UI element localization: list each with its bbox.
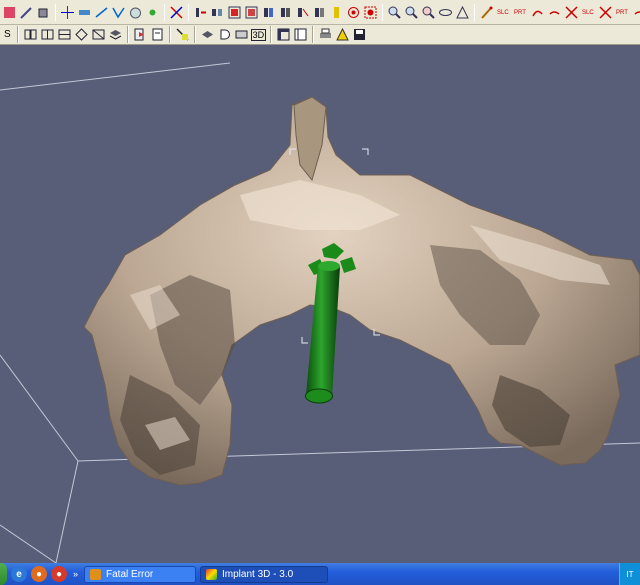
grid-icon[interactable] xyxy=(295,5,310,20)
toolbar-label-s: S xyxy=(4,29,11,40)
toolbar-separator xyxy=(474,3,475,21)
task-label: Implant 3D - 3.0 xyxy=(222,568,294,580)
svg-text:PRT: PRT xyxy=(514,10,526,16)
toolbar-separator xyxy=(55,3,56,21)
paint-icon[interactable] xyxy=(479,5,494,20)
brush-icon[interactable] xyxy=(547,5,562,20)
stack-icon[interactable] xyxy=(108,27,123,42)
main-toolbar: SLC PRT SLC PRT xyxy=(0,0,640,25)
view-3d-icon[interactable] xyxy=(278,5,293,20)
doc-icon[interactable] xyxy=(150,27,165,42)
layers2-icon[interactable] xyxy=(74,27,89,42)
3d-viewport[interactable] xyxy=(0,45,640,563)
frame-icon[interactable] xyxy=(276,27,291,42)
browser-icon[interactable]: e xyxy=(11,566,27,582)
implant-insert-icon[interactable] xyxy=(193,5,208,20)
target-icon[interactable] xyxy=(346,5,361,20)
secondary-toolbar: S 3D xyxy=(0,25,640,45)
task-implant-3d[interactable]: Implant 3D - 3.0 xyxy=(200,565,329,583)
angle-icon[interactable] xyxy=(111,5,126,20)
toolbar-icon-a[interactable] xyxy=(2,5,17,20)
toolbar-end-icon[interactable] xyxy=(632,5,640,20)
view-side-icon[interactable] xyxy=(244,5,259,20)
toolbar-separator xyxy=(270,26,273,43)
toolbar-separator xyxy=(312,26,315,43)
toolbar-separator xyxy=(164,3,165,21)
crosshair-icon[interactable] xyxy=(60,5,75,20)
implant-app-icon xyxy=(206,568,218,580)
start-button[interactable] xyxy=(0,563,7,585)
implant-tool-icon[interactable] xyxy=(210,5,225,20)
tooth-icon[interactable]: SLC xyxy=(581,5,596,20)
tooth-x-icon[interactable] xyxy=(598,5,613,20)
toolbar-separator xyxy=(193,26,196,43)
rotate-icon[interactable] xyxy=(438,5,453,20)
task-label: Fatal Error xyxy=(106,568,154,580)
measure-icon[interactable] xyxy=(94,5,109,20)
bone-model[interactable] xyxy=(83,96,640,486)
chevron-right-icon[interactable]: » xyxy=(73,569,78,579)
hand-icon[interactable] xyxy=(128,5,143,20)
cylinder-icon[interactable] xyxy=(329,5,344,20)
view-3d-label[interactable]: 3D xyxy=(250,28,267,41)
diamond-icon[interactable] xyxy=(200,27,215,42)
scene-canvas[interactable] xyxy=(0,45,640,563)
save-icon[interactable] xyxy=(352,27,367,42)
layers-icon[interactable] xyxy=(57,27,72,42)
svg-text:SLC: SLC xyxy=(497,10,509,16)
slice2-icon[interactable] xyxy=(40,27,55,42)
toolbar-separator xyxy=(382,3,383,21)
cut-plane-icon[interactable] xyxy=(175,27,190,42)
ruler-icon[interactable] xyxy=(77,5,92,20)
warning-icon[interactable] xyxy=(335,27,350,42)
target-red-icon[interactable] xyxy=(363,5,378,20)
pencil-icon[interactable]: SLC xyxy=(496,5,511,20)
view-front-icon[interactable] xyxy=(227,5,242,20)
toolbar-separator xyxy=(16,26,19,43)
task-fatal-error[interactable]: Fatal Error xyxy=(84,565,197,583)
cross-red-icon[interactable] xyxy=(530,5,545,20)
zoom-fit-icon[interactable] xyxy=(421,5,436,20)
wand-icon[interactable] xyxy=(19,5,34,20)
slice-icon[interactable] xyxy=(23,27,38,42)
system-tray[interactable]: IT xyxy=(619,563,640,585)
toolbar-separator xyxy=(188,3,189,21)
triangle-icon[interactable] xyxy=(455,5,470,20)
cube-icon[interactable] xyxy=(36,5,51,20)
half-icon[interactable] xyxy=(217,27,232,42)
panel-icon[interactable] xyxy=(293,27,308,42)
view-top-icon[interactable] xyxy=(261,5,276,20)
toolbar-separator xyxy=(168,26,171,43)
brush-x-icon[interactable] xyxy=(564,5,579,20)
svg-text:SLC: SLC xyxy=(582,10,594,16)
toolbar-separator xyxy=(126,26,129,43)
firefox-icon[interactable]: ● xyxy=(31,566,47,582)
taskbar: e ● ● » Fatal Error Implant 3D - 3.0 IT xyxy=(0,563,640,585)
settings-icon[interactable]: PRT xyxy=(615,5,630,20)
rect-icon[interactable] xyxy=(234,27,249,42)
zoom-in-icon[interactable] xyxy=(387,5,402,20)
print-icon[interactable] xyxy=(318,27,333,42)
error-window-icon xyxy=(90,568,102,580)
marker-icon[interactable] xyxy=(312,5,327,20)
media-icon[interactable]: ● xyxy=(51,566,67,582)
axis-icon[interactable] xyxy=(91,27,106,42)
tray-language[interactable]: IT xyxy=(626,570,633,579)
svg-text:PRT: PRT xyxy=(616,10,628,16)
node-icon[interactable] xyxy=(145,5,160,20)
cut-icon[interactable] xyxy=(169,5,184,20)
zoom-out-icon[interactable] xyxy=(404,5,419,20)
eraser-icon[interactable]: PRT xyxy=(513,5,528,20)
play-icon[interactable] xyxy=(133,27,148,42)
